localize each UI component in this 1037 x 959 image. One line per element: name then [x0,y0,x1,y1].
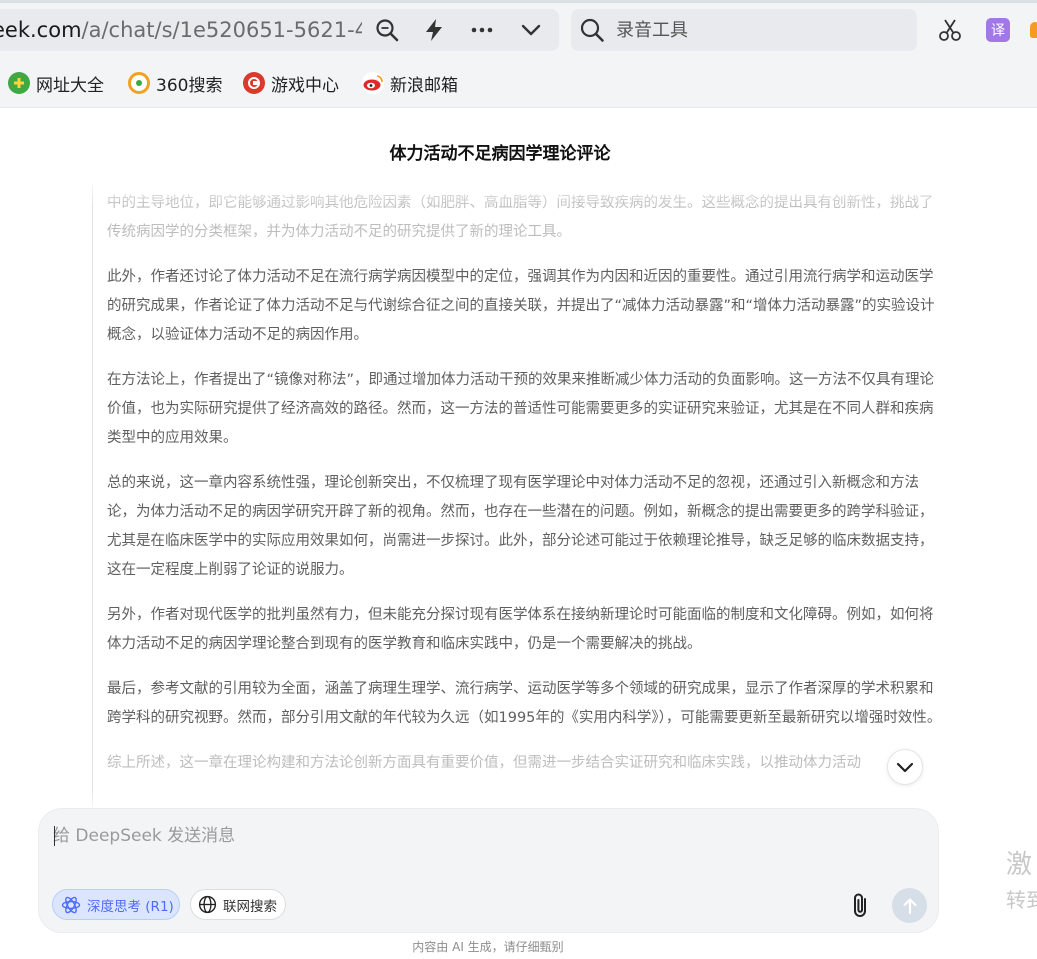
bookmark-label: 新浪邮箱 [390,75,458,96]
web-search-label: 联网搜索 [223,898,277,915]
page-title: 体力活动不足病因学理论评论 [389,144,611,164]
more-options-icon[interactable] [467,15,497,45]
message-input[interactable] [53,821,923,851]
text-caret [54,826,55,846]
bookmark-item[interactable]: 360搜索 [128,70,222,96]
response-paragraph: 最后，参考文献的引用较为全面，涵盖了病理生理学、流行病学、运动医学等多个领域的研… [107,681,942,726]
scroll-to-bottom-button[interactable] [887,749,923,785]
search-input[interactable] [616,18,896,42]
web-search-button[interactable]: 联网搜索 [190,889,286,920]
search-icon [579,17,605,43]
atom-icon [61,896,81,913]
response-paragraph: 此外，作者还讨论了体力活动不足在流行病学病因模型中的定位，强调其作为内因和近因的… [107,269,935,343]
bookmark-label: 网址大全 [36,75,104,96]
translate-icon[interactable]: 译 [986,18,1010,42]
paperclip-icon [854,893,866,917]
bookmark-item[interactable]: 网址大全 [8,70,104,96]
toolbar-top-border [0,0,1037,3]
browser-toolbar: eek.com/a/chat/s/1e520651-5621-48 译 [0,0,1037,60]
bookmark-label: 游戏中心 [271,75,339,96]
attach-file-button[interactable] [847,890,875,920]
bookmark-item[interactable]: 游戏中心 [243,70,339,96]
zoom-search-icon[interactable] [372,15,402,45]
response-paragraph: 能性危险因素强调体力活动不足对人体功能的整体影响，而非单一的结构性改变；主动型危… [107,176,934,240]
address-url[interactable]: eek.com/a/chat/s/1e520651-5621-48 [0,17,362,43]
response-paragraph: 另外，作者对现代医学的批判虽然有力，但未能充分探讨现有医学体系在接纳新理论时可能… [107,607,934,652]
ai-disclaimer: 内容由 AI 生成，请仔细甄别 [412,940,564,954]
sina-mail-icon [362,72,384,94]
scissors-icon[interactable] [937,17,963,43]
bookmarks-bar: 网址大全 360搜索 游戏中心 新浪邮箱 [0,60,1037,108]
browser-search-box[interactable] [571,9,917,51]
deep-think-button[interactable]: 深度思考 (R1) [52,889,180,920]
address-path: /a/chat/s/1e520651-5621-48 [81,18,362,42]
activation-watermark: 激 [1006,850,1033,880]
game-center-icon [243,72,265,94]
response-paragraph: 在方法论上，作者提出了“镜像对称法”，即通过增加体力活动干预的效果来推断减少体力… [107,372,935,446]
address-host: eek.com [0,18,82,42]
response-paragraph: 综上所述，这一章在理论构建和方法论创新方面具有重要价值，但需进一步结合实证研究和… [107,755,861,771]
deep-think-label: 深度思考 (R1) [87,898,174,915]
arrow-up-icon [902,897,917,914]
360-search-icon [128,72,150,94]
lightning-icon[interactable] [419,15,449,45]
activation-watermark-sub: 转到 [1006,888,1037,912]
globe-icon [198,895,217,914]
bookmark-item[interactable]: 新浪邮箱 [362,70,458,96]
chevron-down-icon[interactable] [516,15,546,45]
send-button[interactable] [892,888,927,923]
extension-flame-icon[interactable] [1030,22,1037,38]
chevron-down-icon [896,762,914,772]
response-quote-block: 能性危险因素强调体力活动不足对人体功能的整体影响，而非单一的结构性改变；主动型危… [92,176,947,816]
plus-icon [8,72,30,94]
message-composer: 深度思考 (R1) 联网搜索 [38,808,939,933]
response-paragraph: 总的来说，这一章内容系统性强，理论创新突出，不仅梳理了现有医学理论中对体力活动不… [107,475,934,578]
bookmark-label: 360搜索 [156,75,223,96]
address-bar[interactable]: eek.com/a/chat/s/1e520651-5621-48 [0,9,559,51]
